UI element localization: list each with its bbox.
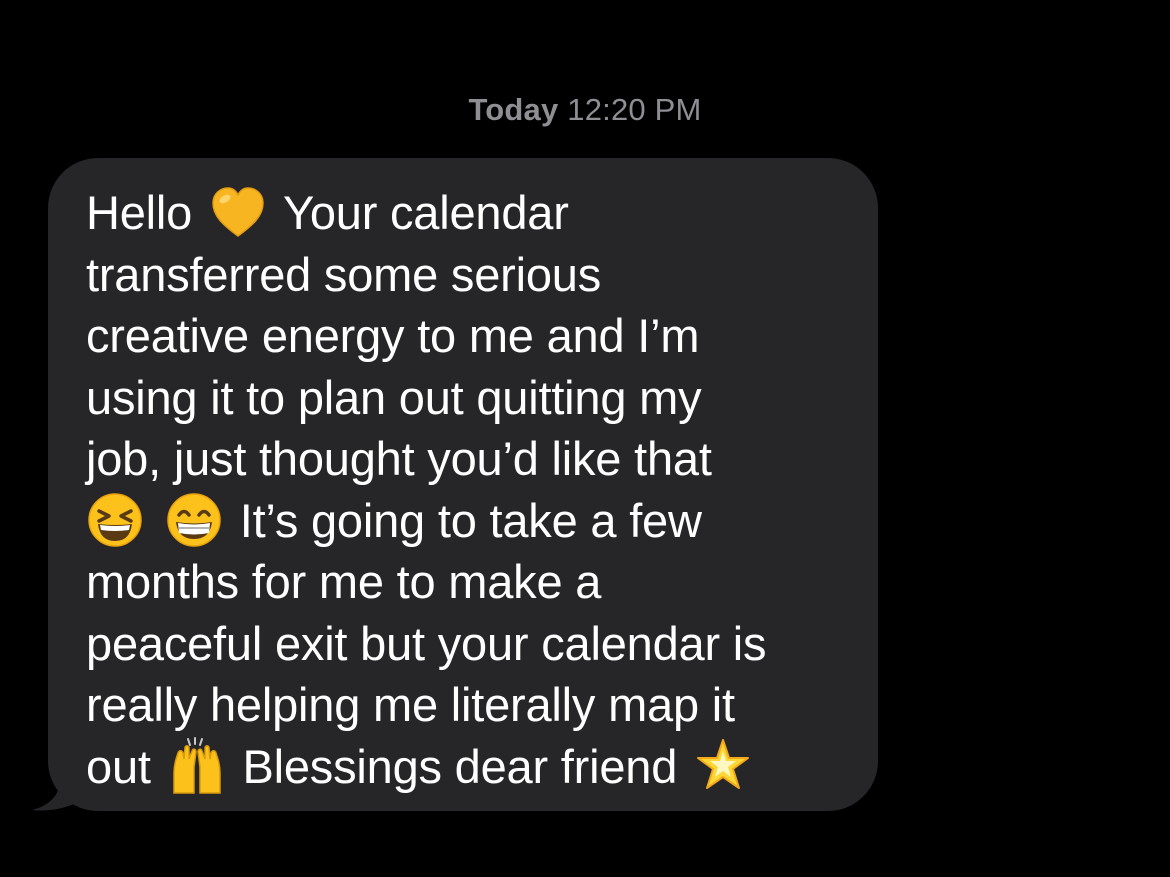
beaming-face-icon (165, 491, 223, 549)
messages-screen: Today 12:20 PM Hello Your calendar trans… (0, 0, 1170, 877)
yellow-heart-icon (209, 183, 267, 241)
grinning-squinting-face-icon (86, 491, 144, 549)
message-line: job, just thought you’d like that (86, 432, 712, 485)
message-fragment: out (86, 739, 151, 793)
timestamp-time: 12:20 PM (567, 92, 702, 127)
message-timestamp: Today 12:20 PM (0, 92, 1170, 128)
message-line: really helping me literally map it (86, 678, 735, 731)
message-line: out Blessings dear friend (86, 736, 856, 798)
message-fragment: Blessings dear friend (242, 739, 678, 793)
message-line: Hello Your calendar (86, 182, 856, 244)
message-text: Hello Your calendar transferred some ser… (86, 182, 856, 797)
message-fragment: It’s going to take a few (239, 493, 702, 547)
raising-hands-icon (168, 736, 226, 795)
glowing-star-icon (694, 737, 752, 795)
message-line: It’s going to take a few (86, 490, 856, 552)
message-line: creative energy to me and I’m (86, 309, 700, 362)
message-fragment: Hello (86, 186, 193, 239)
message-line: peaceful exit but your calendar is (86, 616, 767, 670)
message-line: using it to plan out quitting my (86, 370, 702, 424)
message-fragment: Your calendar (282, 186, 569, 239)
message-line: months for me to make a (86, 555, 602, 608)
message-line: transferred some serious (86, 247, 602, 301)
timestamp-day: Today (468, 92, 559, 127)
